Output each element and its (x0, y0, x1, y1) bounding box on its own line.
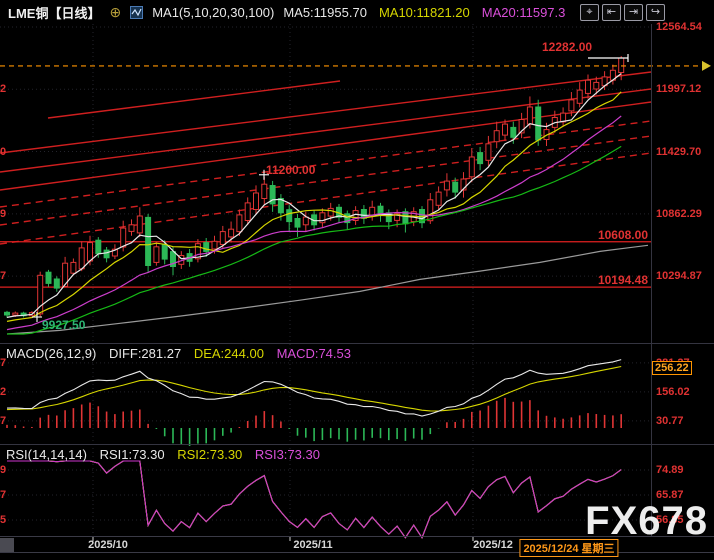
macd-macd-value: MACD:74.53 (277, 346, 351, 361)
ma-value-label: MA10:11821.20 (379, 5, 470, 20)
trading-chart-window: LME铜【日线】 ⊕ MA1(5,10,20,30,100) MA5:11955… (0, 0, 714, 560)
rsi1-value: RSI1:73.30 (100, 447, 165, 462)
rsi-params-label: RSI(14,14,14) (6, 447, 87, 462)
chart-header: LME铜【日线】 ⊕ MA1(5,10,20,30,100) MA5:11955… (0, 0, 714, 24)
watermark: FX678 (585, 499, 708, 544)
chart-canvas[interactable] (0, 0, 714, 560)
macd-params-label: MACD(26,12,9) (6, 346, 96, 361)
ma-value-label: MA5:11955.70 (283, 5, 367, 20)
ma-settings-label: MA1(5,10,20,30,100) (152, 5, 274, 20)
macd-panel-header: MACD(26,12,9) DIFF:281.27 DEA:244.00 MAC… (6, 346, 360, 361)
expand-icon[interactable]: ⊕ (109, 4, 121, 21)
ma-value-label: MA20:11597.3 (482, 5, 566, 20)
macd-dea-value: DEA:244.00 (194, 346, 264, 361)
instrument-title: LME铜【日线】 (8, 3, 100, 22)
candlestick-chart-icon[interactable] (130, 6, 143, 19)
rsi-panel-header: RSI(14,14,14) RSI1:73.30 RSI2:73.30 RSI3… (6, 447, 329, 462)
ma-legend: MA5:11955.70 MA10:11821.20 MA20:11597.3 (283, 5, 577, 20)
rsi2-value: RSI2:73.30 (177, 447, 242, 462)
rsi3-value: RSI3:73.30 (255, 447, 320, 462)
macd-diff-value: DIFF:281.27 (109, 346, 181, 361)
